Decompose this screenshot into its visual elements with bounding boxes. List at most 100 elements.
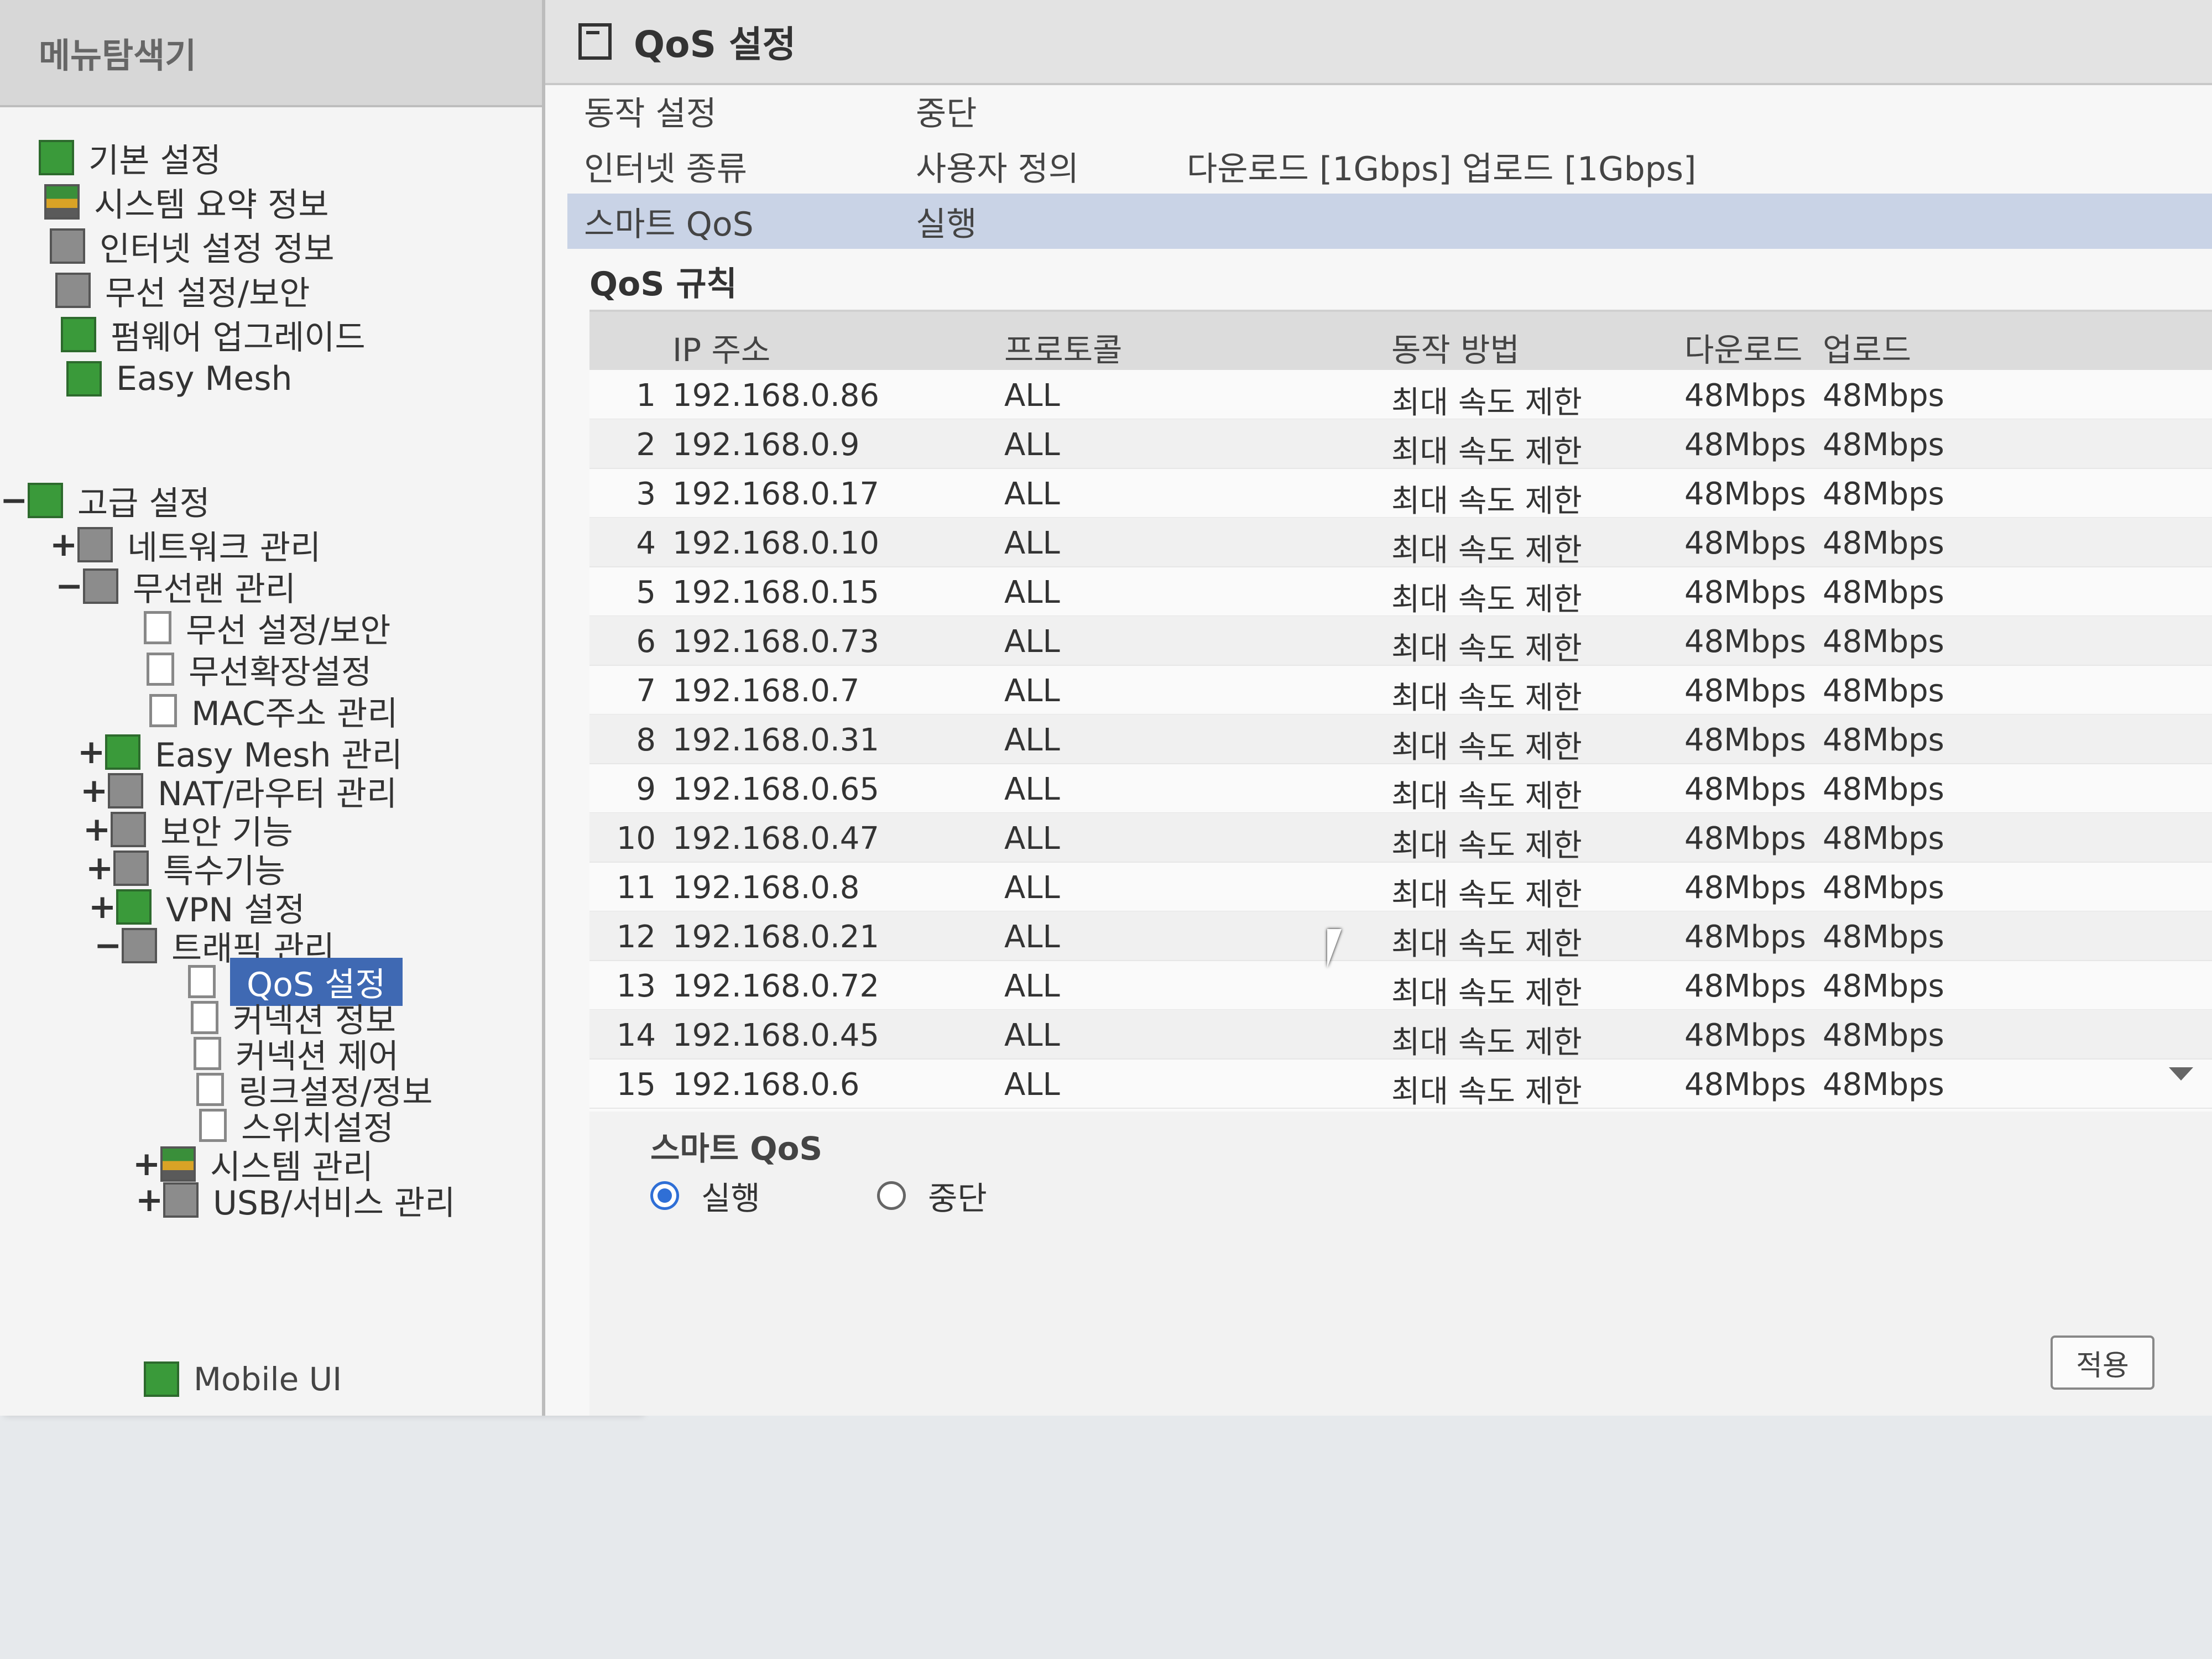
table-row[interactable]: 6 192.168.0.73 ALL 최대 속도 제한 48Mbps 48Mbps — [589, 616, 2212, 667]
internet-type-value: 사용자 정의 — [916, 149, 1079, 189]
rule-protocol: ALL — [1004, 624, 1060, 660]
collapse-icon[interactable]: − — [0, 481, 28, 520]
table-row[interactable]: 7 192.168.0.7 ALL 최대 속도 제한 48Mbps 48Mbps — [589, 665, 2212, 716]
rule-upload: 48Mbps — [1823, 624, 1944, 660]
rule-ip: 192.168.0.47 — [672, 821, 880, 857]
mesh-icon — [66, 361, 102, 397]
rule-ip: 192.168.0.21 — [672, 919, 880, 955]
menu-advanced-settings[interactable]: − 고급 설정 — [0, 478, 210, 523]
radio-checked-icon[interactable] — [650, 1181, 679, 1210]
mobile-ui-link[interactable]: Mobile UI — [144, 1360, 342, 1398]
table-row[interactable]: 3 192.168.0.17 ALL 최대 속도 제한 48Mbps 48Mbps — [589, 468, 2212, 519]
operation-label: 동작 설정 — [584, 94, 717, 133]
monitor-icon — [50, 228, 85, 264]
smart-qos-title: 스마트 QoS — [650, 1130, 823, 1167]
rule-ip: 192.168.0.15 — [672, 575, 880, 611]
page-icon — [199, 1109, 227, 1142]
rule-upload: 48Mbps — [1823, 968, 1944, 1004]
rule-ip: 192.168.0.72 — [672, 968, 880, 1004]
expand-icon[interactable]: + — [88, 888, 116, 926]
smart-qos-stop-option[interactable]: 중단 — [877, 1172, 987, 1219]
collapse-icon[interactable]: − — [55, 567, 83, 606]
page-icon — [191, 1001, 218, 1034]
menu-firmware-upgrade[interactable]: 펌웨어 업그레이드 — [61, 312, 366, 357]
rule-upload: 48Mbps — [1823, 378, 1944, 414]
rule-upload: 48Mbps — [1823, 575, 1944, 611]
gear-folder-icon — [39, 140, 74, 175]
lock-folder-icon — [111, 812, 146, 847]
menu-wlan-management[interactable]: − 무선랜 관리 — [55, 564, 296, 609]
rule-action: 최대 속도 제한 — [1391, 582, 1582, 618]
rule-protocol: ALL — [1004, 968, 1060, 1004]
rule-protocol: ALL — [1004, 378, 1060, 414]
rule-action: 최대 속도 제한 — [1391, 1074, 1582, 1110]
table-row[interactable]: 12 192.168.0.21 ALL 최대 속도 제한 48Mbps 48Mbps — [589, 911, 2212, 962]
table-row[interactable]: 10 192.168.0.47 ALL 최대 속도 제한 48Mbps 48Mbps — [589, 813, 2212, 864]
expand-icon[interactable]: + — [86, 849, 113, 888]
rule-download: 48Mbps — [1684, 427, 1806, 463]
rule-upload: 48Mbps — [1823, 427, 1944, 463]
router-folder-icon — [108, 773, 143, 808]
rule-ip: 192.168.0.31 — [672, 722, 880, 758]
rule-no: 6 — [636, 624, 656, 660]
table-row[interactable]: 1 192.168.0.86 ALL 최대 속도 제한 48Mbps 48Mbps — [589, 370, 2212, 421]
menu-mac-management[interactable]: MAC주소 관리 — [149, 688, 398, 733]
menu-system-summary[interactable]: 시스템 요약 정보 — [44, 180, 329, 225]
rule-upload: 48Mbps — [1823, 919, 1944, 955]
rule-no: 3 — [636, 476, 656, 512]
menu-easy-mesh[interactable]: Easy Mesh — [66, 357, 293, 401]
menu-basic-settings[interactable]: 기본 설정 — [11, 135, 221, 180]
apply-button[interactable]: 적용 — [2051, 1335, 2154, 1390]
expand-icon[interactable]: + — [80, 771, 108, 810]
settings-window-icon — [578, 23, 612, 60]
rule-action: 최대 속도 제한 — [1391, 533, 1582, 568]
rule-ip: 192.168.0.7 — [672, 673, 860, 709]
table-row[interactable]: 13 192.168.0.72 ALL 최대 속도 제한 48Mbps 48Mbps — [589, 961, 2212, 1011]
rule-protocol: ALL — [1004, 919, 1060, 955]
expand-icon[interactable]: + — [135, 1181, 163, 1219]
scroll-down-arrow-icon[interactable] — [2169, 1067, 2193, 1081]
table-row[interactable]: 15 192.168.0.6 ALL 최대 속도 제한 48Mbps 48Mbps — [589, 1059, 2212, 1110]
rule-download: 48Mbps — [1684, 1018, 1806, 1053]
expand-icon[interactable]: + — [77, 733, 105, 771]
col-ip-header: IP 주소 — [672, 331, 771, 369]
internet-type-label: 인터넷 종류 — [584, 149, 748, 189]
rule-download: 48Mbps — [1684, 722, 1806, 758]
menu-internet-info[interactable]: 인터넷 설정 정보 — [50, 224, 335, 269]
smart-qos-section: 스마트 QoS 실행 중단 적용 — [589, 1112, 2212, 1416]
rule-action: 최대 속도 제한 — [1391, 877, 1582, 913]
table-row[interactable]: 8 192.168.0.31 ALL 최대 속도 제한 48Mbps 48Mbps — [589, 714, 2212, 765]
menu-wireless-extension[interactable]: 무선확장설정 — [147, 647, 372, 692]
table-row[interactable]: 9 192.168.0.65 ALL 최대 속도 제한 48Mbps 48Mbps — [589, 764, 2212, 815]
rule-protocol: ALL — [1004, 476, 1060, 512]
expand-icon[interactable]: + — [83, 810, 111, 849]
rule-action: 최대 속도 제한 — [1391, 680, 1582, 716]
radio-unchecked-icon[interactable] — [877, 1181, 906, 1210]
menu-wlan-security[interactable]: 무선 설정/보안 — [144, 606, 391, 650]
table-row[interactable]: 4 192.168.0.10 ALL 최대 속도 제한 48Mbps 48Mbps — [589, 518, 2212, 568]
table-row[interactable]: 14 192.168.0.45 ALL 최대 속도 제한 48Mbps 48Mbps — [589, 1010, 2212, 1061]
rule-upload: 48Mbps — [1823, 821, 1944, 857]
rule-action: 최대 속도 제한 — [1391, 1025, 1582, 1061]
rule-no: 1 — [636, 378, 656, 414]
rule-upload: 48Mbps — [1823, 525, 1944, 561]
collapse-icon[interactable]: − — [94, 926, 122, 965]
rule-protocol: ALL — [1004, 771, 1060, 807]
rule-protocol: ALL — [1004, 1067, 1060, 1103]
menu-wireless-security[interactable]: 무선 설정/보안 — [55, 268, 310, 313]
menu-network-management[interactable]: + 네트워크 관리 — [50, 523, 321, 567]
rule-download: 48Mbps — [1684, 968, 1806, 1004]
table-row[interactable]: 11 192.168.0.8 ALL 최대 속도 제한 48Mbps 48Mbps — [589, 862, 2212, 913]
rule-ip: 192.168.0.45 — [672, 1018, 880, 1053]
menu-usb-service[interactable]: + USB/서비스 관리 — [135, 1178, 455, 1223]
rule-ip: 192.168.0.86 — [672, 378, 880, 414]
special-folder-icon — [113, 851, 149, 886]
table-row[interactable]: 2 192.168.0.9 ALL 최대 속도 제한 48Mbps 48Mbps — [589, 419, 2212, 470]
smart-qos-run-option[interactable]: 실행 — [650, 1172, 760, 1219]
rule-no: 13 — [616, 968, 656, 1004]
expand-icon[interactable]: + — [50, 525, 77, 564]
col-upload-header: 업로드 — [1823, 331, 1912, 369]
table-row[interactable]: 5 192.168.0.15 ALL 최대 속도 제한 48Mbps 48Mbps — [589, 567, 2212, 618]
rule-ip: 192.168.0.73 — [672, 624, 880, 660]
rule-protocol: ALL — [1004, 722, 1060, 758]
